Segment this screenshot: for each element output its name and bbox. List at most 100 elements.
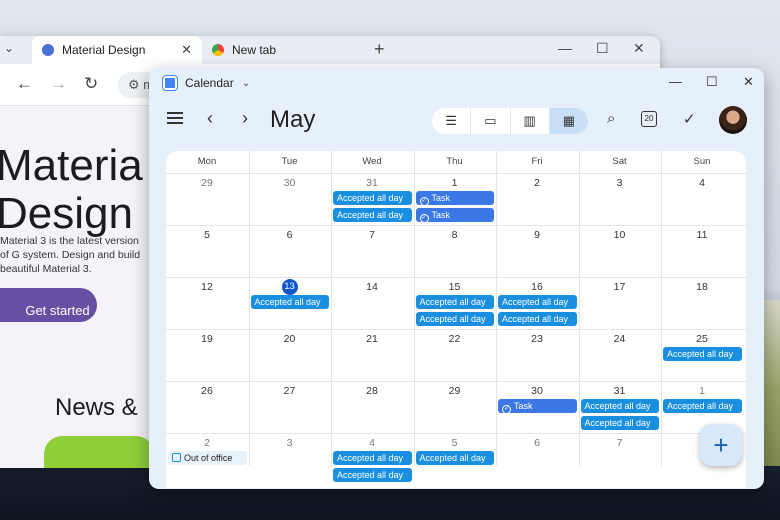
task-chip[interactable]: ✓ Task (498, 399, 577, 413)
event-chip[interactable]: Accepted all day (333, 451, 412, 465)
event-chip[interactable]: Accepted all day (333, 191, 412, 205)
day-number[interactable]: 27 (249, 385, 331, 397)
day-number[interactable]: 8 (414, 229, 496, 241)
day-number[interactable]: 30 (249, 177, 331, 189)
today-date-icon[interactable]: 20 (641, 111, 657, 127)
previous-month-icon[interactable]: ‹ (207, 108, 213, 129)
task-chip[interactable]: ✓ Task (415, 208, 494, 222)
site-info-icon[interactable]: ⚙ (128, 77, 140, 92)
get-started-button[interactable]: Get started (0, 288, 97, 322)
today-date-marker[interactable]: 13 (281, 279, 298, 295)
day-number[interactable]: 7 (579, 437, 661, 449)
day-number[interactable]: 31 (579, 385, 661, 397)
day-number[interactable]: 3 (249, 437, 331, 449)
event-chip[interactable]: Accepted all day (498, 312, 577, 326)
event-chip[interactable]: Accepted all day (580, 399, 659, 413)
day-number[interactable]: 29 (414, 385, 496, 397)
day-number[interactable]: 1 (661, 385, 743, 397)
day-number[interactable]: 20 (249, 333, 331, 345)
event-label: Accepted all day (419, 314, 486, 324)
event-chip[interactable]: Accepted all day (498, 295, 577, 309)
event-label: Accepted all day (337, 193, 404, 203)
day-number[interactable]: 28 (331, 385, 413, 397)
task-chip[interactable]: ✓ Task (415, 191, 494, 205)
tasks-check-icon[interactable]: ✓ (683, 110, 696, 128)
day-view-icon[interactable]: ▭ (471, 108, 511, 134)
out-of-office-chip[interactable]: Out of office (168, 451, 247, 465)
day-number[interactable]: 5 (166, 229, 248, 241)
day-number[interactable]: 23 (496, 333, 578, 345)
weekday-header: Sun (693, 156, 711, 167)
tab-new-tab[interactable]: New tab (206, 36, 356, 64)
week-view-icon[interactable]: ▥ (511, 108, 550, 134)
back-arrow-icon[interactable]: ← (16, 74, 33, 94)
event-label: Accepted all day (502, 314, 569, 324)
day-number[interactable]: 26 (166, 385, 248, 397)
calendar-app-icon (162, 75, 178, 91)
day-number[interactable]: 24 (579, 333, 661, 345)
maximize-icon[interactable]: ☐ (596, 40, 609, 57)
next-month-icon[interactable]: › (242, 108, 248, 129)
grid-line (331, 151, 332, 466)
day-number[interactable]: 31 (331, 177, 413, 189)
event-chip[interactable]: Accepted all day (415, 312, 494, 326)
day-number[interactable]: 15 (414, 281, 496, 293)
schedule-view-icon[interactable]: ☰ (432, 108, 472, 134)
event-chip[interactable]: Accepted all day (415, 295, 494, 309)
create-event-fab[interactable]: + (700, 424, 742, 466)
day-number[interactable]: 19 (166, 333, 248, 345)
event-chip[interactable]: Accepted all day (663, 399, 742, 413)
day-number[interactable]: 9 (496, 229, 578, 241)
day-number[interactable]: 29 (166, 177, 248, 189)
day-number[interactable]: 22 (414, 333, 496, 345)
day-number[interactable]: 14 (331, 281, 413, 293)
close-window-icon[interactable]: ✕ (633, 40, 645, 57)
event-chip[interactable]: Accepted all day (333, 468, 412, 482)
menu-icon[interactable] (167, 112, 183, 124)
day-number[interactable]: 21 (331, 333, 413, 345)
event-label: Accepted all day (337, 453, 404, 463)
avatar[interactable] (719, 106, 747, 134)
event-chip[interactable]: Accepted all day (663, 347, 742, 361)
day-number[interactable]: 16 (496, 281, 578, 293)
day-number[interactable]: 18 (661, 281, 743, 293)
day-number[interactable]: 2 (496, 177, 578, 189)
day-number[interactable]: 30 (496, 385, 578, 397)
news-card-image (44, 436, 154, 468)
day-number[interactable]: 25 (661, 333, 743, 345)
tab-material-design[interactable]: Material Design ✕ (32, 36, 202, 64)
event-chip[interactable]: Accepted all day (580, 416, 659, 430)
close-tab-icon[interactable]: ✕ (181, 42, 192, 58)
grid-line (166, 329, 746, 330)
day-number[interactable]: 12 (166, 281, 248, 293)
event-chip[interactable]: Accepted all day (333, 208, 412, 222)
month-view-icon[interactable]: ▦ (549, 108, 588, 134)
chevron-down-icon[interactable]: ⌄ (242, 78, 250, 89)
forward-arrow-icon[interactable]: → (50, 74, 67, 94)
chrome-favicon-icon (212, 44, 224, 56)
day-number[interactable]: 2 (166, 437, 248, 449)
tab-search-chevron-icon[interactable]: ⌄ (4, 41, 14, 55)
maximize-icon[interactable]: ☐ (706, 74, 718, 90)
day-number[interactable]: 7 (331, 229, 413, 241)
grid-line (166, 277, 746, 278)
day-number[interactable]: 11 (661, 229, 743, 241)
day-number[interactable]: 10 (579, 229, 661, 241)
day-number[interactable]: 4 (331, 437, 413, 449)
minimize-icon[interactable]: — (669, 74, 682, 89)
day-number[interactable]: 5 (414, 437, 496, 449)
search-icon[interactable]: ⌕ (607, 110, 615, 127)
day-number[interactable]: 1 (414, 177, 496, 189)
day-number[interactable]: 4 (661, 177, 743, 189)
day-number[interactable]: 3 (579, 177, 661, 189)
day-number[interactable]: 6 (496, 437, 578, 449)
event-chip[interactable]: Accepted all day (415, 451, 494, 465)
minimize-icon[interactable]: — (558, 40, 572, 56)
close-window-icon[interactable]: ✕ (743, 74, 754, 90)
event-label: Accepted all day (584, 401, 651, 411)
new-tab-icon[interactable]: + (374, 39, 385, 60)
event-chip[interactable]: Accepted all day (250, 295, 329, 309)
day-number[interactable]: 17 (579, 281, 661, 293)
day-number[interactable]: 6 (249, 229, 331, 241)
reload-icon[interactable]: ↻ (84, 74, 98, 94)
